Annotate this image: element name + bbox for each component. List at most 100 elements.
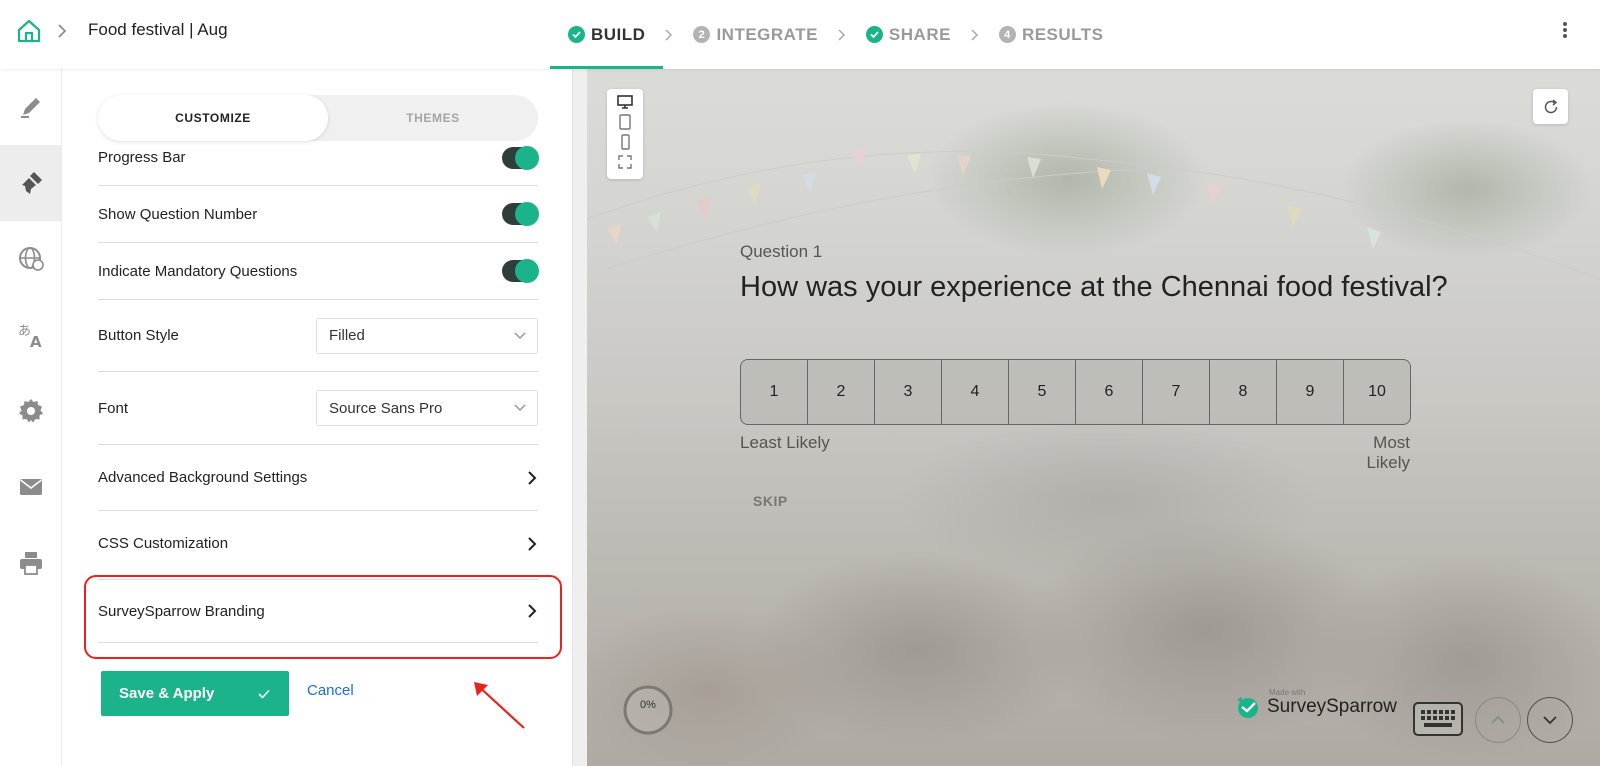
survey-title: Food festival | Aug — [88, 20, 228, 39]
home-icon[interactable] — [16, 18, 42, 44]
sparrow-logo-icon — [1237, 697, 1258, 718]
progress-bar-row: Progress Bar — [98, 141, 539, 186]
keyboard-shortcuts-button[interactable] — [1413, 702, 1463, 736]
gear-icon[interactable] — [0, 373, 62, 449]
next-question-button[interactable] — [1527, 697, 1573, 743]
scale-option[interactable]: 10 — [1344, 360, 1410, 424]
step-number-badge: 4 — [998, 26, 1016, 43]
scale-option[interactable]: 8 — [1210, 360, 1277, 424]
opinion-scale: 1 2 3 4 5 6 7 8 9 10 — [740, 359, 1411, 425]
tab-customize[interactable]: CUSTOMIZE — [98, 95, 328, 141]
css-customization-label: CSS Customization — [98, 535, 229, 552]
scale-option[interactable]: 2 — [808, 360, 875, 424]
progress-bar-toggle[interactable] — [502, 146, 539, 170]
step-share-label: SHARE — [888, 24, 951, 44]
branding-row[interactable]: SurveySparrow Branding — [98, 579, 538, 643]
progress-percent: 0% — [640, 699, 656, 711]
mobile-icon[interactable] — [616, 133, 634, 151]
button-style-value: Filled — [329, 327, 365, 344]
keyboard-icon — [1421, 710, 1455, 727]
svg-text:A: A — [30, 333, 42, 349]
progress-bar-label: Progress Bar — [98, 149, 186, 166]
left-rail: あA — [0, 69, 62, 766]
mandatory-questions-toggle[interactable] — [502, 259, 539, 283]
most-likely-label: Most Likely — [1366, 433, 1410, 472]
surveysparrow-branding[interactable]: Made with SurveySparrow — [1235, 688, 1397, 724]
check-icon — [568, 26, 585, 43]
fullscreen-icon[interactable] — [616, 153, 634, 171]
check-icon — [258, 689, 270, 699]
chevron-down-icon — [514, 404, 526, 412]
tab-themes[interactable]: THEMES — [328, 95, 538, 141]
css-customization-row[interactable]: CSS Customization — [98, 511, 538, 577]
chevron-right-icon — [528, 470, 537, 485]
panel-divider[interactable] — [572, 69, 587, 766]
scale-option[interactable]: 6 — [1076, 360, 1143, 424]
question-number-toggle[interactable] — [502, 202, 539, 226]
printer-icon[interactable] — [0, 525, 62, 601]
panel-tabs: CUSTOMIZE THEMES — [98, 95, 538, 141]
step-build-label: BUILD — [591, 24, 646, 44]
chevron-right-icon — [528, 536, 537, 551]
annotation-arrow-icon — [474, 682, 525, 729]
step-integrate[interactable]: 2 INTEGRATE — [675, 0, 835, 69]
translate-icon[interactable]: あA — [0, 297, 62, 373]
scale-option[interactable]: 1 — [741, 360, 808, 424]
skip-button[interactable]: SKIP — [753, 493, 788, 509]
mandatory-questions-label: Indicate Mandatory Questions — [98, 262, 298, 280]
font-value: Source Sans Pro — [329, 399, 443, 417]
scale-option[interactable]: 9 — [1277, 360, 1344, 424]
question-text: How was your experience at the Chennai f… — [740, 271, 1448, 303]
refresh-button[interactable] — [1533, 89, 1568, 124]
save-apply-button[interactable]: Save & Apply — [101, 671, 289, 716]
button-style-select[interactable]: Filled — [316, 317, 538, 354]
refresh-icon — [1544, 98, 1557, 113]
chevron-down-icon — [1543, 716, 1557, 725]
advanced-background-row[interactable]: Advanced Background Settings — [98, 445, 538, 511]
top-bar: Food festival | Aug BUILD 2 INTEGRATE SH… — [0, 0, 1600, 69]
desktop-icon[interactable] — [616, 93, 634, 111]
step-results-label: RESULTS — [1021, 24, 1104, 44]
scale-option[interactable]: 4 — [942, 360, 1009, 424]
branding-label: SurveySparrow Branding — [98, 602, 265, 620]
font-select[interactable]: Source Sans Pro — [316, 390, 538, 426]
customize-panel: CUSTOMIZE THEMES Progress Bar Show Quest… — [62, 69, 572, 766]
mandatory-questions-row: Indicate Mandatory Questions — [98, 243, 539, 300]
step-results[interactable]: 4 RESULTS — [981, 0, 1122, 69]
step-number-badge: 2 — [693, 26, 711, 43]
more-options-icon[interactable] — [1561, 20, 1569, 42]
tablet-icon[interactable] — [616, 113, 634, 131]
cancel-button[interactable]: Cancel — [307, 682, 354, 699]
step-integrate-label: INTEGRATE — [716, 24, 818, 44]
step-chevron-icon — [663, 0, 675, 69]
step-navigation: BUILD 2 INTEGRATE SHARE 4 RESULTS — [550, 0, 1122, 69]
scale-option[interactable]: 3 — [875, 360, 942, 424]
step-build[interactable]: BUILD — [550, 0, 664, 69]
previous-question-button[interactable] — [1475, 697, 1521, 743]
step-share[interactable]: SHARE — [848, 0, 969, 69]
scale-option[interactable]: 5 — [1009, 360, 1076, 424]
save-apply-label: Save & Apply — [119, 685, 215, 702]
survey-preview: Question 1 How was your experience at th… — [587, 69, 1600, 766]
globe-icon[interactable] — [0, 221, 62, 297]
chevron-up-icon — [1491, 715, 1505, 724]
paint-brush-icon[interactable] — [0, 145, 62, 221]
step-chevron-icon — [969, 0, 981, 69]
least-likely-label: Least Likely — [740, 433, 830, 452]
check-icon — [865, 26, 883, 43]
question-number-row: Show Question Number — [98, 186, 539, 243]
device-switcher — [607, 89, 643, 179]
font-row: Font Source Sans Pro — [98, 372, 538, 445]
question-number: Question 1 — [740, 242, 823, 261]
step-chevron-icon — [836, 0, 848, 69]
brand-name: SurveySparrow — [1267, 696, 1397, 717]
edit-icon[interactable] — [0, 69, 62, 145]
chevron-down-icon — [514, 331, 526, 339]
scale-option[interactable]: 7 — [1143, 360, 1210, 424]
button-style-label: Button Style — [98, 327, 179, 344]
chevron-right-icon — [528, 604, 537, 618]
advanced-background-label: Advanced Background Settings — [98, 469, 308, 486]
question-number-label: Show Question Number — [98, 205, 258, 223]
breadcrumb-chevron-icon — [58, 24, 67, 38]
mail-icon[interactable] — [0, 449, 62, 525]
